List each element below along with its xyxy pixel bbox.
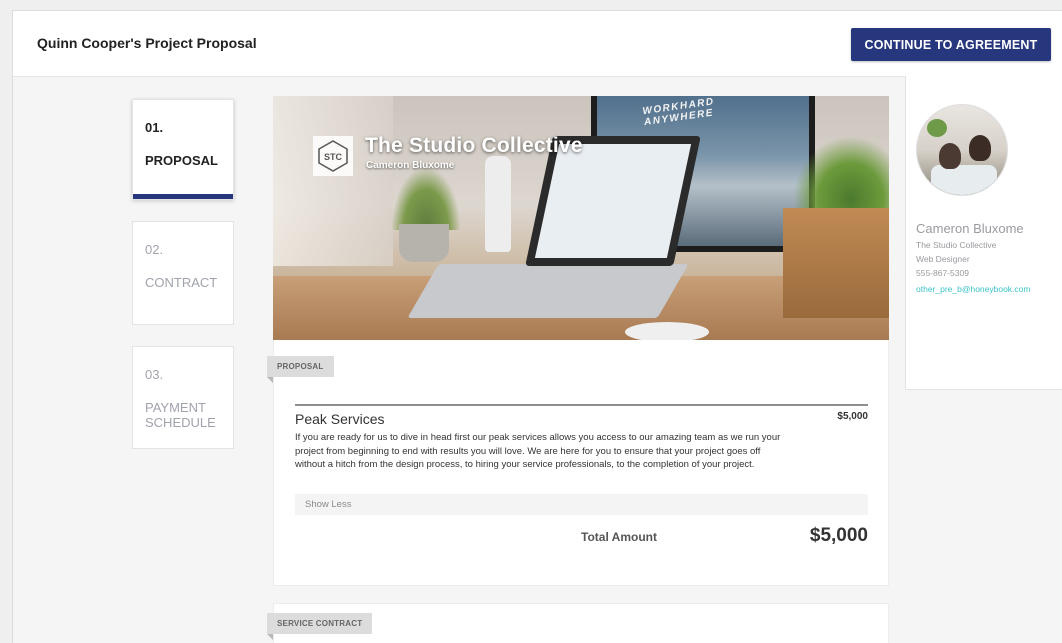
step-number: 03. — [145, 367, 164, 382]
hero-window — [273, 96, 393, 266]
hero-brand-owner: Cameron Bluxome — [366, 160, 455, 171]
step-label: PAYMENT SCHEDULE — [145, 400, 216, 430]
hero-laptop-base — [407, 264, 689, 318]
total-amount-label: Total Amount — [581, 530, 657, 544]
hero-laptop-display — [534, 144, 692, 258]
studio-logo-icon: STC — [313, 136, 353, 176]
hero-bottle — [485, 156, 511, 252]
step-proposal[interactable]: 01. PROPOSAL — [132, 99, 234, 200]
step-label: PROPOSAL — [145, 153, 218, 168]
hero-wood-box — [783, 208, 889, 318]
hero-plant-pot — [399, 224, 449, 262]
step-contract[interactable]: 02. CONTRACT — [132, 221, 234, 325]
profile-email-link[interactable]: other_pre_b@honeybook.com — [916, 283, 1056, 296]
step-number: 02. — [145, 242, 164, 257]
hero-plant-left — [391, 166, 461, 230]
top-header: Quinn Cooper's Project Proposal CONTINUE… — [13, 11, 1062, 77]
service-contract-tag: SERVICE CONTRACT — [267, 613, 373, 640]
hero-mouse — [625, 322, 709, 340]
logo-letters: STC — [324, 152, 343, 162]
step-number: 01. — [145, 120, 164, 135]
step-label: CONTRACT — [145, 275, 218, 290]
proposal-section-tag: PROPOSAL — [267, 356, 334, 383]
step-payment-schedule[interactable]: 03. PAYMENT SCHEDULE — [132, 346, 234, 449]
service-divider — [295, 404, 868, 406]
continue-to-agreement-button[interactable]: CONTINUE TO AGREEMENT — [851, 28, 1051, 61]
total-amount-value: $5,000 — [809, 525, 868, 546]
service-description: If you are ready for us to dive in head … — [295, 432, 781, 470]
profile-name: Cameron Bluxome — [916, 221, 1024, 236]
service-name: Peak Services — [295, 411, 385, 427]
app-frame: Quinn Cooper's Project Proposal CONTINUE… — [12, 10, 1062, 643]
designer-profile-panel: Cameron Bluxome The Studio Collective We… — [905, 76, 1062, 390]
service-price: $5,000 — [837, 411, 868, 422]
hero-brand-name: The Studio Collective — [365, 134, 583, 157]
profile-company: The Studio Collective — [916, 240, 997, 250]
profile-phone: 555-867-5309 — [916, 268, 969, 278]
profile-role: Web Designer — [916, 254, 970, 264]
avatar — [916, 104, 1008, 196]
show-less-toggle[interactable]: Show Less — [295, 494, 868, 515]
hero-image: WORKHARD ANYWHERE STC The Studio Collect… — [273, 96, 889, 340]
page-title: Quinn Cooper's Project Proposal — [37, 35, 257, 51]
active-step-indicator — [133, 194, 233, 199]
